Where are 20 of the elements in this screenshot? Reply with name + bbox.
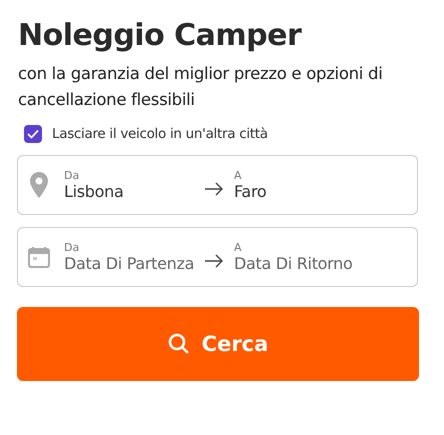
route-field[interactable]: Da Lisbona A Faro <box>17 155 418 215</box>
field-value[interactable]: Data Di Partenza <box>64 254 204 273</box>
arrow-icon <box>204 254 224 268</box>
subtitle: con la garanzia del miglior prezzo e opzioni di cancellazione flessibili <box>18 63 384 111</box>
field-label: A <box>234 169 243 182</box>
field-value[interactable]: Lisbona <box>64 182 204 201</box>
checkbox-label: Lasciare il veicolo in un'altra città <box>52 126 268 142</box>
calendar-icon <box>28 246 50 268</box>
search-icon <box>168 333 190 355</box>
field-value[interactable]: Faro <box>234 182 374 201</box>
field-value[interactable]: Data Di Ritorno <box>234 254 374 273</box>
search-button[interactable]: Cerca <box>17 307 419 381</box>
date-range-field[interactable]: Da Data Di Partenza A Data Di Ritorno <box>17 227 418 287</box>
location-pin-icon <box>30 172 48 198</box>
checkbox[interactable] <box>24 125 42 143</box>
field-label: Da <box>64 241 80 254</box>
field-label: Da <box>64 169 80 182</box>
page-title: Noleggio Camper <box>18 18 303 53</box>
field-label: A <box>234 241 243 254</box>
arrow-icon <box>204 182 224 196</box>
